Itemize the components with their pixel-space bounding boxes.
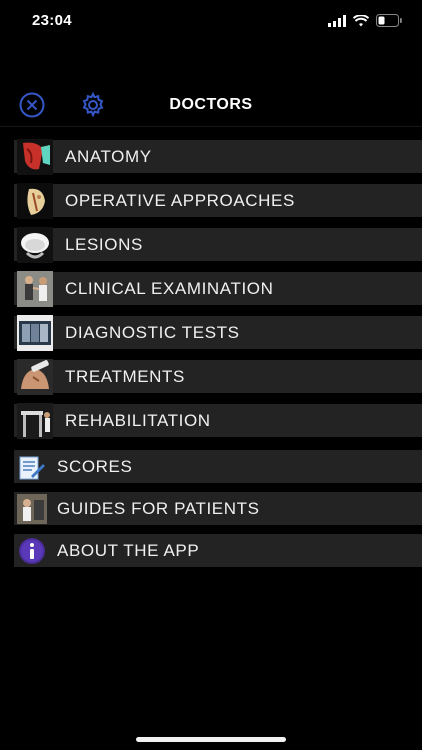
status-bar: 23:04 xyxy=(0,0,422,44)
rehabilitation-icon xyxy=(17,402,53,439)
menu-item-anatomy[interactable]: ANATOMY xyxy=(14,138,422,175)
header-divider xyxy=(0,126,422,127)
menu-item-label: ABOUT THE APP xyxy=(57,540,200,560)
clinical-exam-icon xyxy=(17,270,53,307)
menu-item-guides-for-patients[interactable]: GUIDES FOR PATIENTS xyxy=(14,492,422,525)
menu-item-label: REHABILITATION xyxy=(65,410,211,430)
cellular-signal-icon xyxy=(328,14,346,27)
menu-item-label: GUIDES FOR PATIENTS xyxy=(57,498,260,518)
status-time: 23:04 xyxy=(32,12,72,29)
menu-item-scores[interactable]: SCORES xyxy=(14,450,422,483)
menu-item-clinical-examination[interactable]: CLINICAL EXAMINATION xyxy=(14,270,422,307)
document-edit-icon xyxy=(19,456,45,479)
menu-item-label: ANATOMY xyxy=(65,146,152,166)
info-icon xyxy=(19,537,45,564)
menu-item-label: SCORES xyxy=(57,456,133,476)
menu-item-label: CLINICAL EXAMINATION xyxy=(65,278,274,298)
patient-guide-icon xyxy=(17,493,47,524)
battery-icon xyxy=(376,14,402,27)
lesion-icon xyxy=(17,226,53,263)
menu-item-label: OPERATIVE APPROACHES xyxy=(65,190,295,210)
menu-item-treatments[interactable]: TREATMENTS xyxy=(14,358,422,395)
treatment-icon xyxy=(17,358,53,395)
menu-item-diagnostic-tests[interactable]: DIAGNOSTIC TESTS xyxy=(14,314,422,351)
page-title: DOCTORS xyxy=(169,96,253,113)
menu-item-lesions[interactable]: LESIONS xyxy=(14,226,422,263)
home-indicator[interactable] xyxy=(136,737,286,742)
menu-item-label: LESIONS xyxy=(65,234,143,254)
menu-item-operative-approaches[interactable]: OPERATIVE APPROACHES xyxy=(14,182,422,219)
menu-item-label: DIAGNOSTIC TESTS xyxy=(65,322,240,342)
menu-item-rehabilitation[interactable]: REHABILITATION xyxy=(14,402,422,439)
menu-item-about-the-app[interactable]: ABOUT THE APP xyxy=(14,534,422,567)
xray-icon xyxy=(17,314,53,351)
shoulder-anatomy-icon xyxy=(17,138,53,175)
wifi-icon xyxy=(353,14,369,26)
menu-item-label: TREATMENTS xyxy=(65,366,185,386)
operative-approach-icon xyxy=(17,182,53,219)
